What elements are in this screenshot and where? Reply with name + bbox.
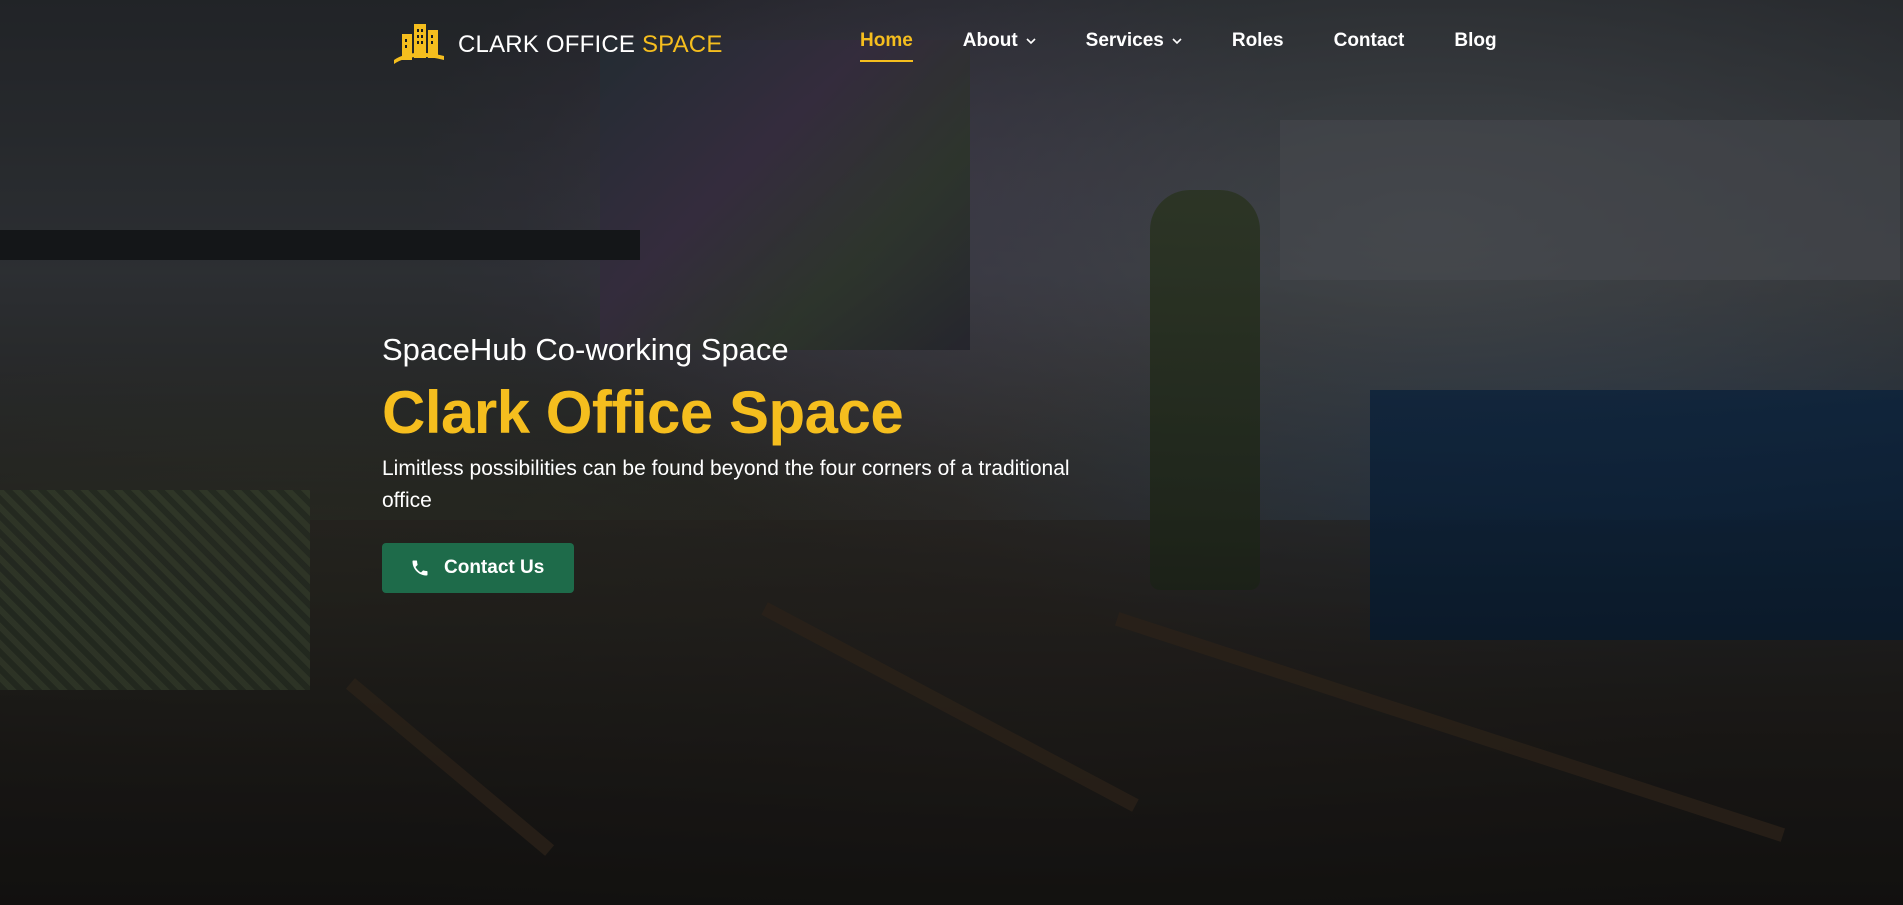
nav-item-roles[interactable]: Roles [1232, 30, 1284, 52]
hero-description: Limitless possibilities can be found bey… [382, 457, 1070, 512]
hero-section: SpaceHub Co-working Space Clark Office S… [382, 332, 1082, 593]
nav-item-home[interactable]: Home [860, 30, 913, 62]
site-logo[interactable]: CLARK OFFICE SPACE [392, 20, 723, 70]
nav-item-label: Roles [1231, 30, 1284, 51]
nav-item-label: About [962, 30, 1018, 51]
nav-item-blog[interactable]: Blog [1454, 30, 1496, 52]
nav-item-label: Home [860, 30, 913, 51]
hero-title: Clark Office Space [382, 379, 904, 446]
main-nav: Home About Services Roles Contact Blog [860, 30, 1547, 62]
buildings-icon [394, 24, 444, 64]
phone-icon [412, 560, 428, 576]
nav-item-label: Contact [1333, 30, 1405, 51]
nav-item-contact[interactable]: Contact [1334, 30, 1405, 52]
hero-subtitle: SpaceHub Co-working Space [382, 332, 789, 367]
logo-text-accent: SPACE [641, 31, 723, 58]
contact-us-label: Contact Us [444, 557, 545, 578]
nav-item-label: Services [1085, 30, 1164, 51]
nav-item-services[interactable]: Services [1086, 30, 1182, 52]
chevron-down-icon [1172, 38, 1182, 45]
contact-us-button[interactable]: Contact Us [382, 543, 575, 593]
logo-text-main: CLARK OFFICE [458, 31, 642, 58]
chevron-down-icon [1026, 38, 1036, 45]
nav-item-about[interactable]: About [963, 30, 1036, 52]
logo-text: CLARK OFFICE SPACE [458, 31, 723, 59]
site-header: CLARK OFFICE SPACE Home About Services R… [0, 0, 1903, 90]
nav-item-label: Blog [1454, 30, 1497, 51]
